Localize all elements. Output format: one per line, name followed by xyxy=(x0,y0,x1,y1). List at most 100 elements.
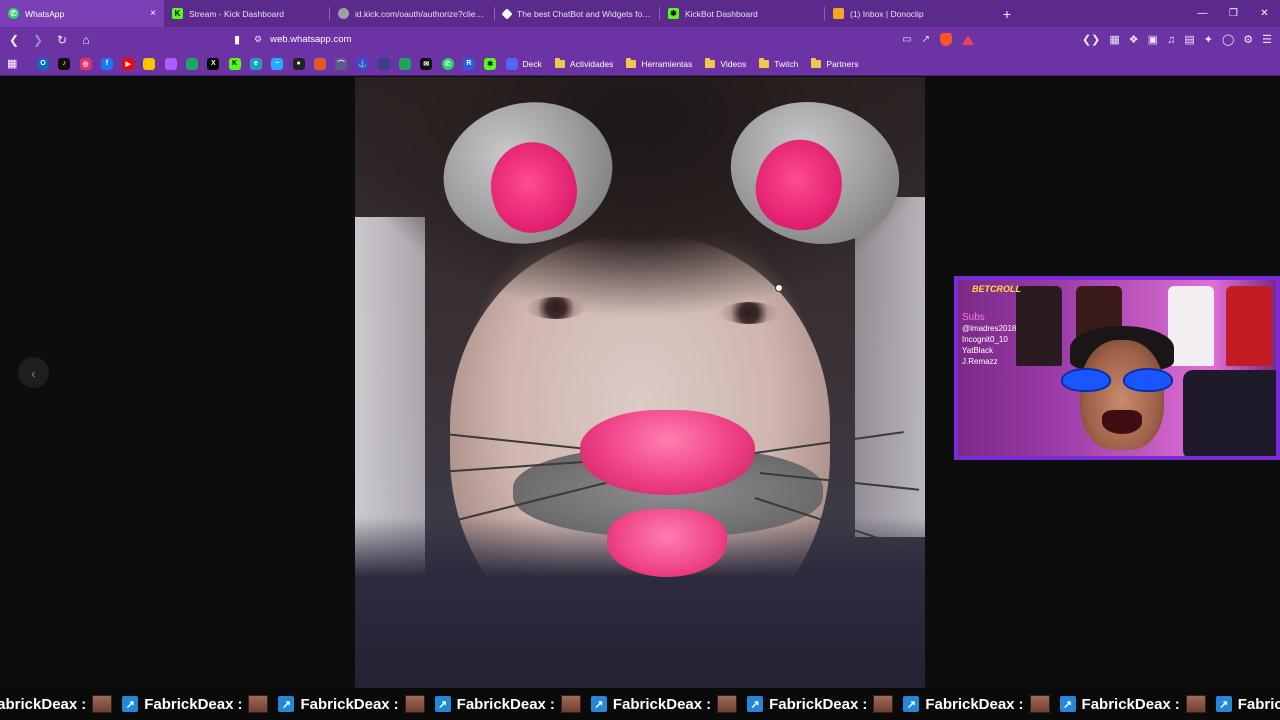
globe-icon xyxy=(338,8,349,19)
profile-icon[interactable]: ⚙ xyxy=(1243,33,1253,46)
follower-ticker: FabrickDeax:↗ FabrickDeax:↗ FabrickDeax:… xyxy=(0,688,1280,720)
photo-eye xyxy=(527,297,585,319)
kick-icon[interactable]: K xyxy=(228,57,241,70)
share-icon[interactable]: ↗ xyxy=(922,34,930,45)
close-icon[interactable]: × xyxy=(150,8,156,19)
bookmark-folder-videos[interactable]: Videos xyxy=(705,57,747,69)
ticker-avatar xyxy=(248,695,269,713)
mouse-ear-inner xyxy=(482,134,585,241)
bookmark-label: Actividades xyxy=(569,58,614,69)
bookmark-label: Herramientas xyxy=(641,58,693,69)
vpn-icon[interactable]: ◯ xyxy=(1222,33,1234,46)
ticker-item: FabrickDeax:↗ xyxy=(457,695,613,713)
new-tab-button[interactable]: + xyxy=(995,6,1019,22)
reader-icon[interactable]: ▤ xyxy=(1184,33,1194,46)
brave-shields-icon[interactable] xyxy=(940,33,952,46)
ticker-name: FabrickDeax xyxy=(300,695,390,713)
ticker-badge-icon: ↗ xyxy=(1059,696,1076,712)
bookmark-deck[interactable]: Deck xyxy=(505,57,542,70)
restore-button[interactable]: ❐ xyxy=(1218,0,1249,27)
subs-entry: Incognit0_10 xyxy=(962,335,1008,344)
chat-icon[interactable] xyxy=(399,57,412,70)
menu-icon[interactable]: ☰ xyxy=(1262,33,1272,46)
bookmark-label: Deck xyxy=(522,58,542,69)
address-toolbar: ❮ ❯ ↻ ⌂ ▮ ⚙ web.whatsapp.com ▭ ↗ ❮❯ ▦ ❖ … xyxy=(0,27,1280,52)
heart-glasses xyxy=(1061,368,1173,392)
tab-kick-oauth[interactable]: id.kick.com/oauth/authorize?client_id xyxy=(330,0,494,27)
r-icon[interactable]: R xyxy=(462,57,475,70)
puzzle-icon[interactable]: ❖ xyxy=(1129,33,1139,46)
whatsapp-icon: ✆ xyxy=(8,8,19,19)
bookmark-icon[interactable]: ▮ xyxy=(230,30,244,48)
subs-list: Subs @lmadres2018 Incognit0_10 YatBlack … xyxy=(962,312,1032,367)
bookmarks-bar: ▦ O ♪ ◎ f ▶ X K e ~ ● ⌒ ⚓ ✉ ✆ R ✱ Deck A… xyxy=(0,52,1280,76)
mouse-tongue-filter xyxy=(607,509,727,577)
folder-icon xyxy=(759,57,770,68)
reload-icon[interactable]: ↻ xyxy=(52,30,72,50)
site-info-icon[interactable]: ⚙ xyxy=(254,34,262,45)
ticker-name: FabrickDeax xyxy=(612,695,703,713)
bookmark-label: Videos xyxy=(720,58,747,69)
home-icon[interactable]: ⌂ xyxy=(76,30,96,50)
analytics-icon[interactable] xyxy=(164,57,177,70)
ticker-item: FabrickDeax:↗ xyxy=(769,695,925,713)
tool-icon[interactable]: ~ xyxy=(271,57,284,70)
extension-icon[interactable]: ▦ xyxy=(1109,33,1119,46)
x-icon[interactable]: X xyxy=(207,57,220,70)
ticker-item: FabrickDeax:↗ xyxy=(613,695,769,713)
keep-icon[interactable] xyxy=(143,57,156,70)
tab-donoclip[interactable]: (1) Inbox | Donoclip xyxy=(825,0,989,27)
bookmark-folder-partners[interactable]: Partners xyxy=(811,57,858,69)
ticker-badge-icon: ↗ xyxy=(590,696,607,712)
facebook-icon[interactable]: f xyxy=(100,57,113,70)
youtube-icon[interactable]: ▶ xyxy=(122,57,135,70)
ticker-badge-icon: ↗ xyxy=(278,696,295,712)
tiktok-icon[interactable]: ♪ xyxy=(58,57,71,70)
previous-media-button[interactable]: ‹ xyxy=(18,357,49,388)
minimize-button[interactable]: — xyxy=(1187,0,1218,27)
mail-icon[interactable]: ✉ xyxy=(420,57,433,70)
drive-icon[interactable] xyxy=(186,57,199,70)
close-window-button[interactable]: ✕ xyxy=(1249,0,1280,27)
bookmark-folder-herramientas[interactable]: Herramientas xyxy=(626,57,693,69)
game-icon[interactable] xyxy=(377,57,390,70)
whatsapp-icon[interactable]: ✆ xyxy=(441,57,454,70)
screenshot-icon[interactable]: ▣ xyxy=(1148,33,1158,46)
deck-icon xyxy=(505,57,518,70)
instagram-icon[interactable]: ◎ xyxy=(79,57,92,70)
obs-icon[interactable]: ● xyxy=(292,57,305,70)
bookmark-folder-actividades[interactable]: Actividades xyxy=(554,57,614,69)
tab-kick-dashboard[interactable]: K Stream - Kick Dashboard xyxy=(164,0,329,27)
donoclip-icon xyxy=(833,8,844,19)
ticker-item: FabrickDeax:↗ xyxy=(0,695,144,713)
ticker-name: FabrickDeax xyxy=(0,695,78,713)
forward-icon[interactable]: ❯ xyxy=(28,30,48,50)
kick-alt-icon[interactable]: ✱ xyxy=(484,57,497,70)
brave-rewards-icon[interactable] xyxy=(962,34,974,45)
arc-icon[interactable]: ⌒ xyxy=(335,57,348,70)
mouse-nose-filter xyxy=(580,410,755,495)
photo-icon[interactable] xyxy=(313,57,326,70)
edge-icon[interactable]: e xyxy=(249,57,262,70)
ticker-name: FabrickDeax xyxy=(1081,695,1171,713)
ticker-avatar xyxy=(873,695,894,713)
tab-chatbot[interactable]: The best ChatBot and Widgets for Kic xyxy=(495,0,659,27)
url-bar[interactable]: ⚙ web.whatsapp.com ▭ ↗ xyxy=(254,30,974,49)
bookmark-folder-twitch[interactable]: Twitch xyxy=(759,57,798,69)
music-icon[interactable]: ♫ xyxy=(1167,34,1175,46)
apps-grid-icon[interactable]: ▦ xyxy=(7,57,21,70)
anchor-icon[interactable]: ⚓ xyxy=(356,57,369,70)
tab-kickbot[interactable]: ✱ KickBot Dashboard xyxy=(660,0,824,27)
ticker-avatar xyxy=(1029,695,1050,713)
outlook-icon[interactable]: O xyxy=(37,57,49,70)
ticker-avatar xyxy=(92,695,113,713)
tab-whatsapp[interactable]: ✆ WhatsApp × xyxy=(0,0,164,27)
subs-entry: J.Remazz xyxy=(962,357,998,366)
ai-icon[interactable]: ✦ xyxy=(1204,33,1213,46)
ticker-name: FabrickDeax xyxy=(144,695,234,713)
folder-icon xyxy=(626,57,637,68)
mouse-cursor xyxy=(775,284,783,292)
wallet-icon[interactable]: ❮❯ xyxy=(1082,33,1100,46)
back-icon[interactable]: ❮ xyxy=(4,30,24,50)
cast-icon[interactable]: ▭ xyxy=(902,34,911,45)
